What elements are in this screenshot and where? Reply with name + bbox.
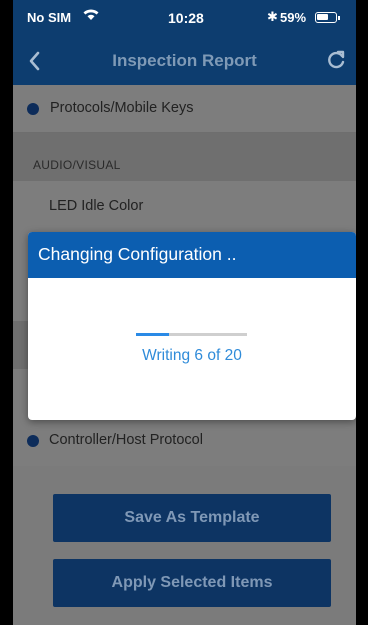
progress-bar — [136, 333, 247, 336]
list-item-led-idle-color[interactable]: LED Idle Color — [13, 181, 356, 231]
battery-fill — [317, 14, 328, 20]
dialog-title: Changing Configuration .. — [38, 244, 237, 264]
progress-dialog: Changing Configuration .. Writing 6 of 2… — [28, 232, 356, 420]
refresh-icon[interactable] — [325, 49, 347, 71]
section-header-label: AUDIO/VISUAL — [33, 158, 121, 172]
status-dot-icon — [27, 435, 39, 447]
app-screen: No SIM 10:28 ✱ 59% Inspection Report Pro… — [13, 0, 356, 625]
battery-percent: 59% — [280, 10, 307, 25]
list-item-label: LED Idle Color — [49, 198, 144, 214]
list-item-protocols[interactable]: Protocols/Mobile Keys — [13, 85, 356, 133]
status-bar: No SIM 10:28 ✱ 59% — [13, 0, 356, 40]
wifi-icon — [83, 9, 99, 20]
page-title: Inspection Report — [112, 51, 257, 70]
list-item-controller-host-protocol[interactable]: Controller/Host Protocol — [13, 418, 356, 466]
navigation-bar: Inspection Report — [13, 40, 356, 85]
progress-text: Writing 6 of 20 — [142, 347, 242, 364]
save-as-template-button[interactable]: Save As Template — [53, 494, 331, 542]
bluetooth-icon: ✱ — [267, 9, 278, 24]
battery-icon — [315, 12, 340, 23]
carrier-label: No SIM — [27, 10, 72, 25]
list-item-label: Controller/Host Protocol — [49, 432, 203, 448]
dialog-header: Changing Configuration .. — [28, 232, 356, 278]
status-dot-icon — [27, 103, 39, 115]
list-item-label: Protocols/Mobile Keys — [50, 100, 194, 116]
progress-bar-fill — [136, 333, 170, 336]
top-bar: No SIM 10:28 ✱ 59% Inspection Report — [13, 0, 356, 85]
clock: 10:28 — [168, 10, 204, 26]
section-header-audio-visual: AUDIO/VISUAL — [13, 133, 356, 181]
apply-selected-items-button[interactable]: Apply Selected Items — [53, 559, 331, 607]
